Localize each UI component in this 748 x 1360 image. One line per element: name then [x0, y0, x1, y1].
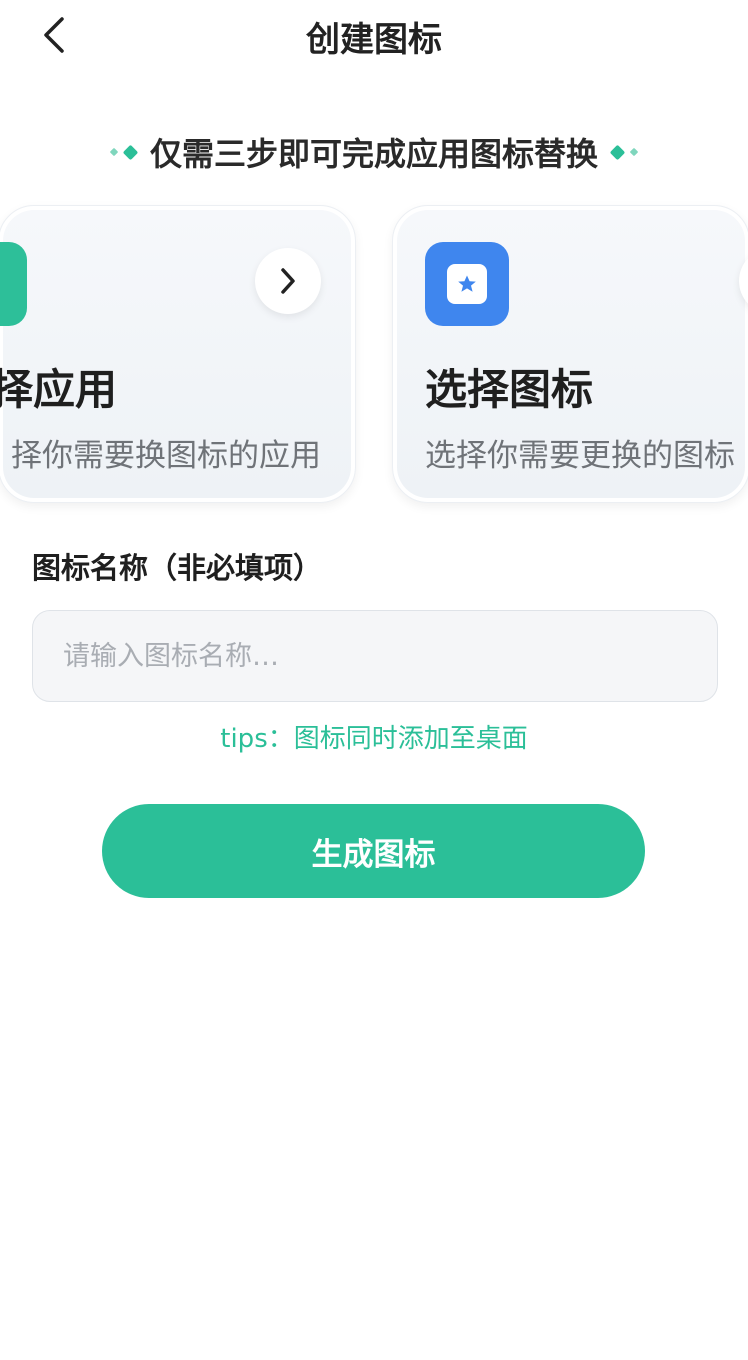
chevron-right-icon [281, 268, 295, 294]
icon-name-input[interactable] [32, 610, 718, 702]
card-title: 择应用 [0, 365, 117, 414]
step-card-select-app[interactable]: 择应用 择你需要换图标的应用 [0, 205, 356, 503]
card-description: 择你需要换图标的应用 [11, 438, 321, 474]
star-app-icon [425, 242, 509, 326]
step-card-select-icon[interactable]: 选择图标 选择你需要更换的图标 [392, 205, 748, 503]
subtitle: 仅需三步即可完成应用图标替换 [149, 135, 598, 173]
next-button[interactable] [739, 248, 748, 314]
next-button[interactable] [255, 248, 321, 314]
decor-dots-left [109, 144, 139, 160]
card-description: 选择你需要更换的图标 [425, 438, 735, 474]
generate-icon-button[interactable]: 生成图标 [102, 804, 645, 898]
page-title: 创建图标 [306, 20, 442, 60]
icon-name-label: 图标名称（非必填项） [32, 551, 323, 585]
card-title: 选择图标 [425, 365, 594, 414]
decor-dots-right [609, 144, 639, 160]
subtitle-row: 仅需三步即可完成应用图标替换 [0, 130, 748, 174]
tips-text: tips：图标同时添加至桌面 [220, 724, 528, 754]
app-icon [0, 242, 27, 326]
star-icon [458, 275, 476, 292]
create-icon-page: 创建图标 仅需三步即可完成应用图标替换 择应用 择你需要换图标的应用 选择图标 … [0, 0, 748, 1360]
